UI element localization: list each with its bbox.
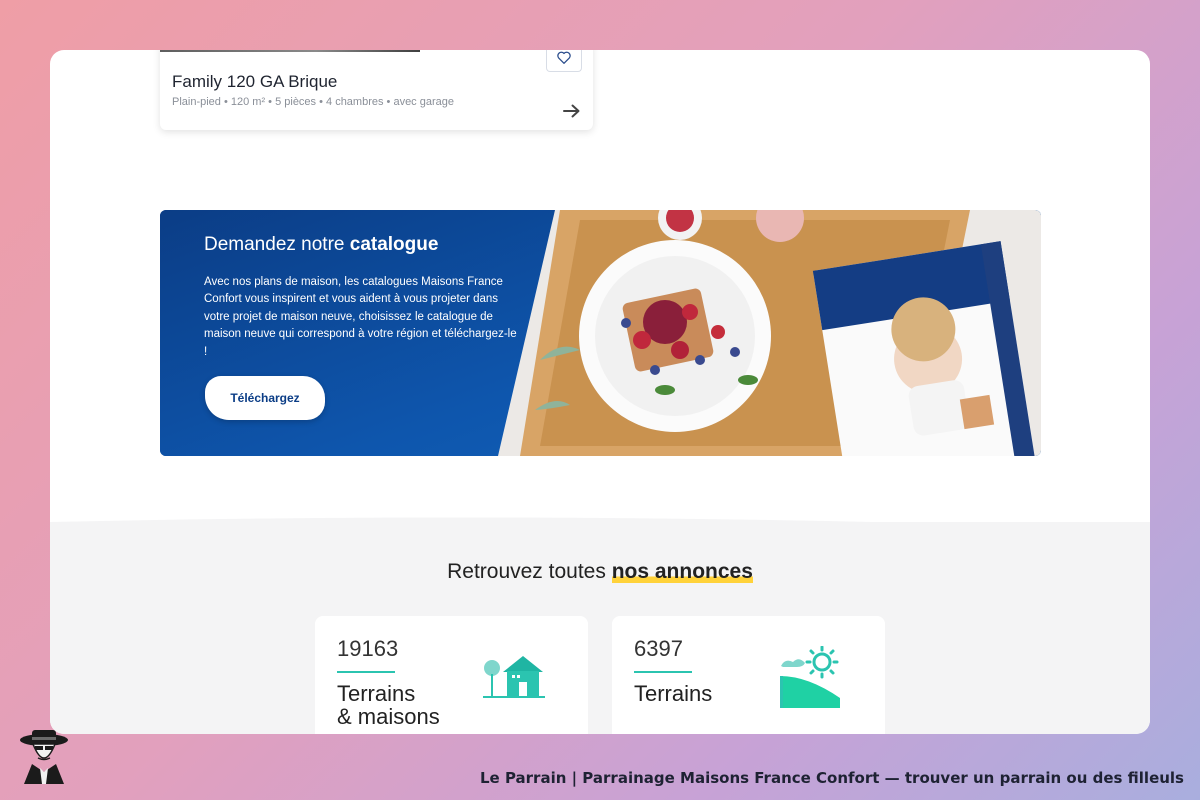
arrow-right-icon[interactable] [563,104,581,118]
catalogue-title-bold: catalogue [349,234,439,255]
stat-count: 6397 [634,636,683,661]
parrain-mascot-logo[interactable] [18,728,70,784]
annonces-heading: Retrouvez toutes nos annonces [50,560,1150,584]
stat-card-terrains-maisons[interactable]: 19163 Terrains & maisons [315,616,588,734]
annonces-heading-highlight: nos annonces [611,560,753,583]
download-catalogue-button[interactable]: Téléchargez [205,376,325,420]
browser-window: Family 120 GA Brique Plain-pied • 120 m²… [50,50,1150,734]
stat-card-terrains[interactable]: 6397 Terrains [612,616,885,734]
annonces-section: Retrouvez toutes nos annonces 19163 Terr… [50,522,1150,734]
footer-caption: Le Parrain | Parrainage Maisons France C… [479,769,1184,787]
catalogue-banner: Demandez notre catalogue Avec nos plans … [160,210,1041,456]
stat-label: Terrains & maisons [337,681,440,729]
stat-underline [337,671,395,673]
property-photo [160,50,420,52]
heart-icon [557,51,571,64]
catalogue-description: Avec nos plans de maison, les catalogues… [204,276,517,358]
property-card[interactable]: Family 120 GA Brique Plain-pied • 120 m²… [160,50,593,130]
catalogue-title-prefix: Demandez notre [204,234,345,255]
favorite-button[interactable] [546,50,582,72]
stat-count: 19163 [337,636,399,661]
stat-label: Terrains [634,681,713,706]
land-sun-icon [780,646,840,708]
stat-underline [634,671,692,673]
property-meta: Plain-pied • 120 m² • 5 pièces • 4 chamb… [172,96,454,108]
catalogue-title: Demandez notre catalogue [204,234,438,256]
annonces-heading-prefix: Retrouvez toutes [447,560,606,583]
property-title[interactable]: Family 120 GA Brique [172,72,337,92]
house-icon [483,656,545,698]
